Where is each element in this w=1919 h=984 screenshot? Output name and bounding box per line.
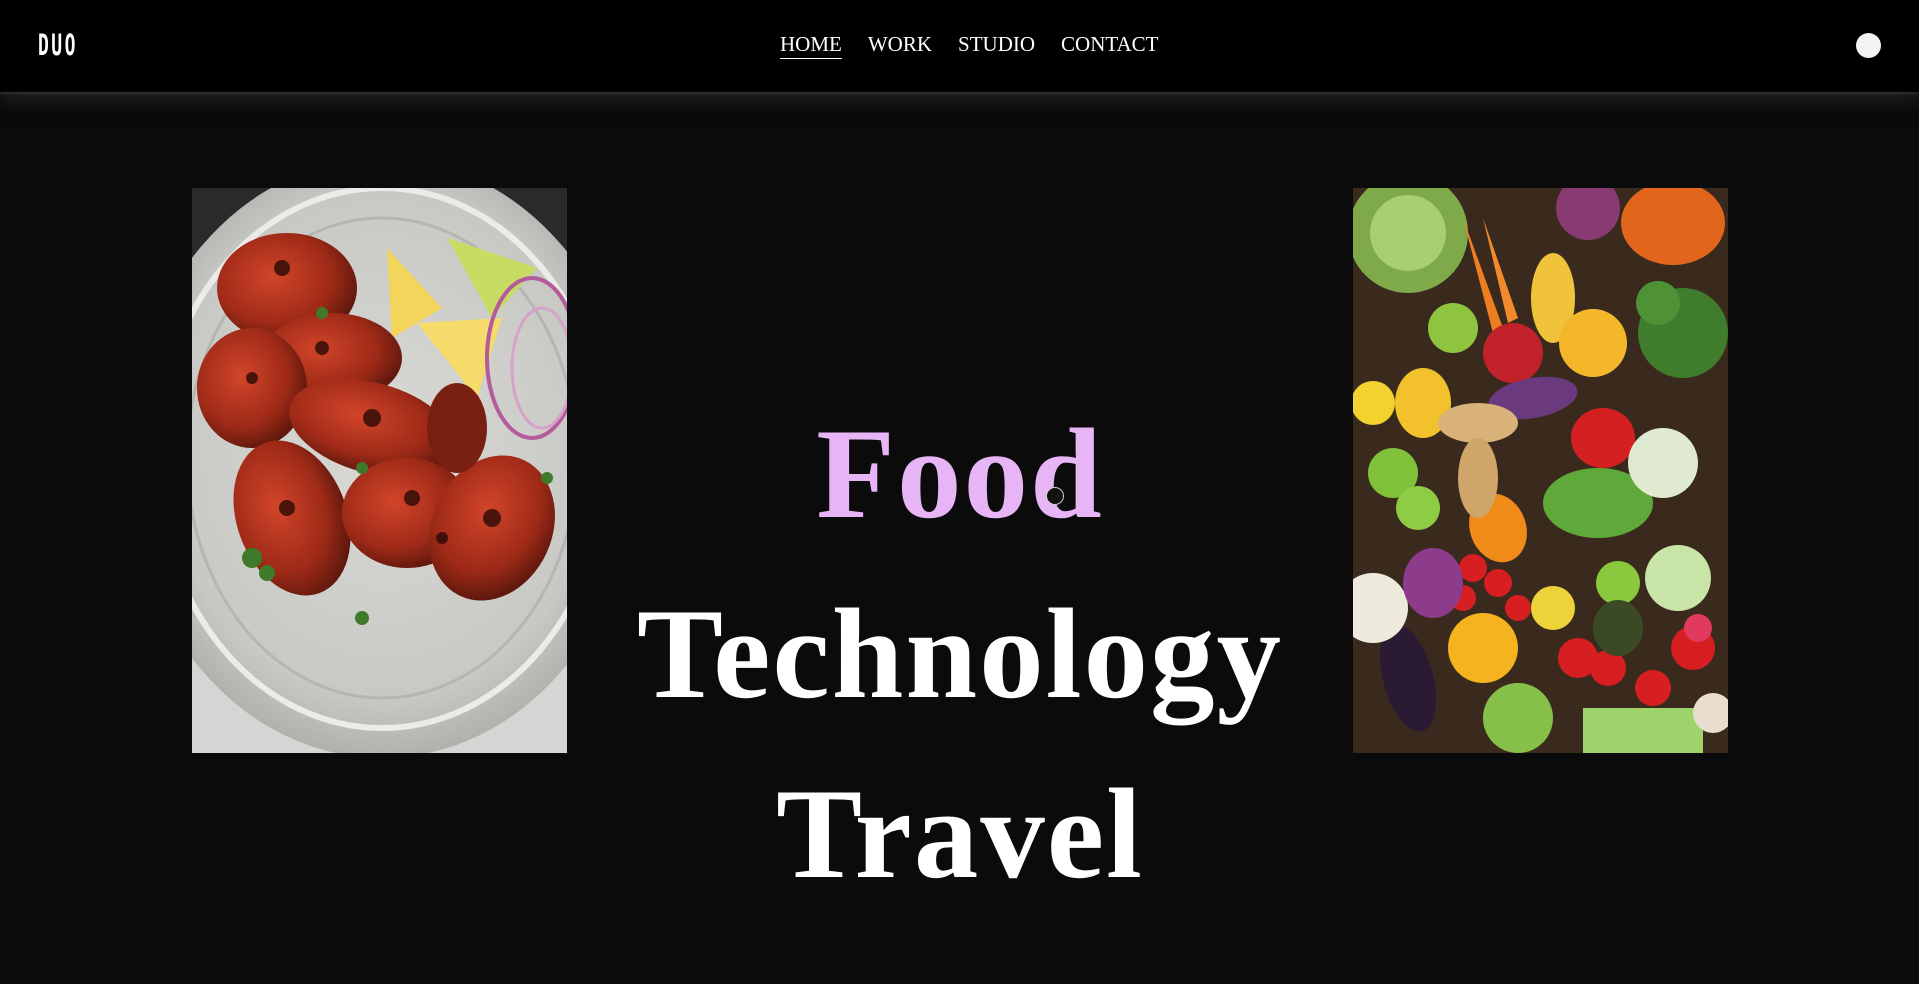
nav-link-contact[interactable]: CONTACT (1061, 32, 1158, 59)
theme-toggle-icon[interactable] (1856, 33, 1881, 58)
nav-link-studio[interactable]: STUDIO (958, 32, 1035, 59)
nav-link-work[interactable]: WORK (868, 32, 932, 59)
brand-logo[interactable]: DUO (38, 28, 78, 62)
hero-word-travel[interactable]: Travel (560, 744, 1360, 924)
tandoori-chicken-image (192, 188, 567, 753)
custom-cursor (1046, 487, 1064, 505)
hero-word-list: Food Technology Travel (560, 384, 1360, 924)
main-nav: HOME WORK STUDIO CONTACT (780, 32, 1159, 59)
vegetables-image (1353, 188, 1728, 753)
food-photo (192, 188, 567, 753)
hero-word-technology[interactable]: Technology (560, 564, 1360, 744)
hero-word-food[interactable]: Food (560, 384, 1360, 564)
nav-link-home[interactable]: HOME (780, 32, 842, 59)
vegetables-photo (1353, 188, 1728, 753)
top-navbar: DUO HOME WORK STUDIO CONTACT (0, 0, 1919, 92)
